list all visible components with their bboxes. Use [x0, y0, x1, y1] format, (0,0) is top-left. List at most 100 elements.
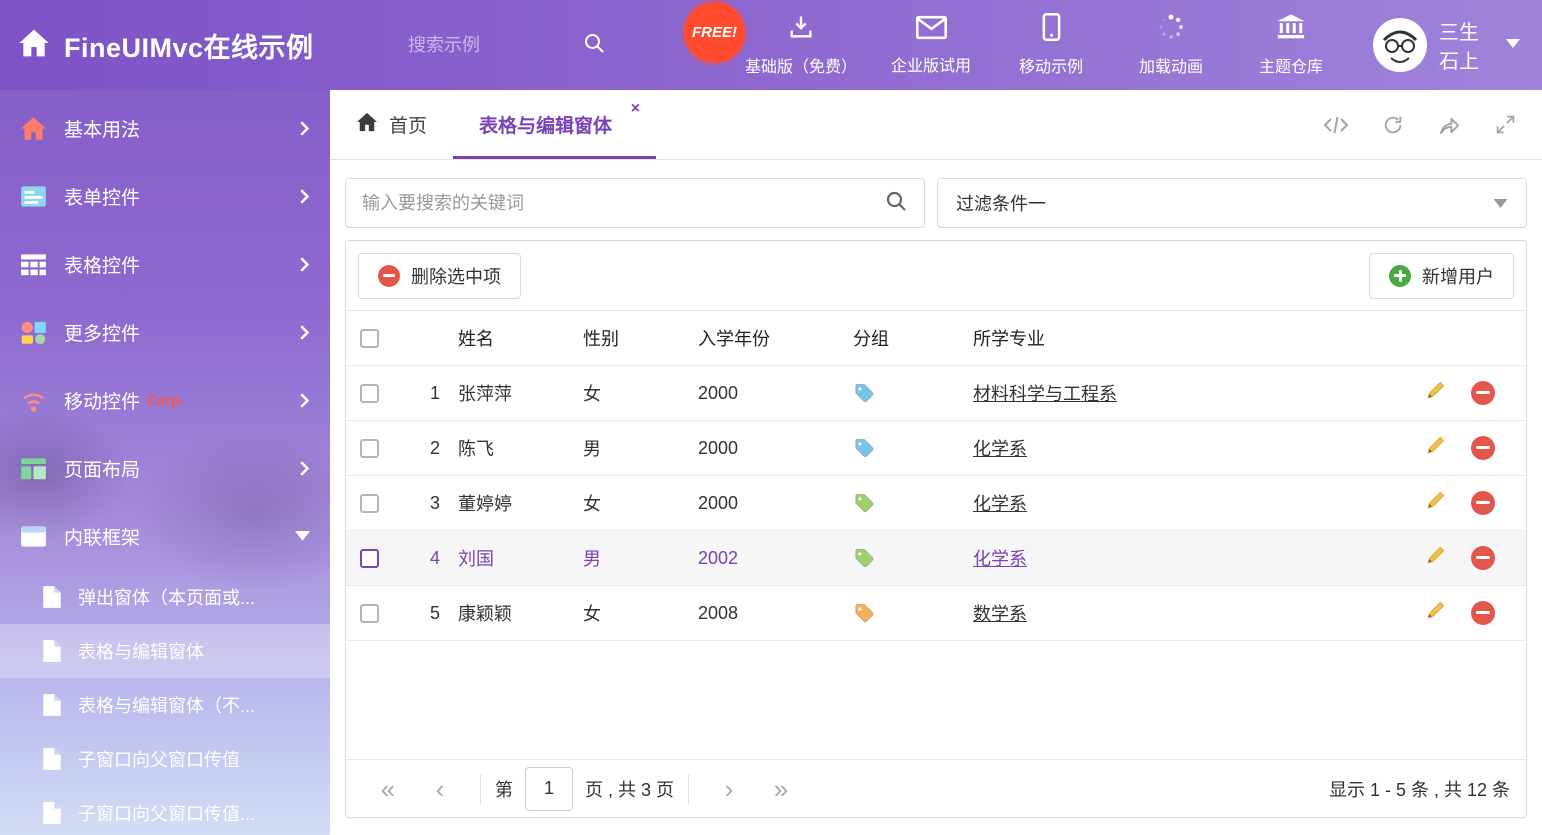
tag-icon	[853, 382, 973, 404]
nav-item-loading-animation[interactable]: 加载动画	[1125, 13, 1217, 77]
refresh-icon[interactable]	[1382, 114, 1404, 136]
envelope-icon	[916, 15, 947, 45]
spinner-icon	[1157, 13, 1185, 46]
row-actions	[1402, 379, 1512, 407]
delete-row-icon[interactable]	[1471, 381, 1495, 405]
prev-page-button[interactable]: ‹	[414, 766, 466, 812]
tab-label: 表格与编辑窗体	[479, 111, 612, 138]
share-icon[interactable]	[1438, 115, 1461, 135]
row-checkbox[interactable]	[360, 439, 379, 458]
edit-pencil-icon[interactable]	[1424, 599, 1447, 627]
next-page-button[interactable]: ›	[703, 766, 755, 812]
sidebar-item-mobile-controls[interactable]: 移动控件 Corp.	[0, 366, 330, 434]
source-code-icon[interactable]	[1324, 115, 1348, 135]
tab-grid-edit-window[interactable]: 表格与编辑窗体 ×	[453, 90, 656, 159]
nav-item-mobile-demo[interactable]: 移动示例	[1005, 13, 1097, 77]
keyword-search-input[interactable]	[362, 193, 884, 214]
nav-item-theme-repo[interactable]: 主题仓库	[1245, 14, 1337, 77]
sidebar-item-label: 基本用法	[64, 115, 140, 142]
major-link[interactable]: 数学系	[973, 600, 1402, 626]
header-search-input[interactable]	[408, 35, 568, 56]
wireless-icon	[20, 388, 47, 413]
minus-circle-icon	[378, 265, 400, 287]
row-checkbox[interactable]	[360, 549, 379, 568]
major-link[interactable]: 材料科学与工程系	[973, 380, 1402, 406]
edit-pencil-icon[interactable]	[1424, 434, 1447, 462]
delete-row-icon[interactable]	[1471, 436, 1495, 460]
delete-row-icon[interactable]	[1471, 601, 1495, 625]
tag-icon	[853, 492, 973, 514]
table-icon	[20, 252, 47, 277]
row-checkbox[interactable]	[360, 384, 379, 403]
sidebar-item-grid-controls[interactable]: 表格控件	[0, 230, 330, 298]
avatar[interactable]	[1373, 18, 1427, 72]
edit-pencil-icon[interactable]	[1424, 489, 1447, 517]
download-icon	[787, 13, 815, 46]
search-icon[interactable]	[582, 31, 606, 60]
major-link[interactable]: 化学系	[973, 435, 1402, 461]
sidebar-subitem-popup-window[interactable]: 弹出窗体（本页面或...	[0, 570, 330, 624]
select-all-checkbox[interactable]	[360, 329, 379, 348]
tab-bar: 首页 表格与编辑窗体 ×	[330, 90, 1542, 160]
sidebar-item-inline-frame[interactable]: 内联框架	[0, 502, 330, 570]
sidebar-item-label: 更多控件	[64, 319, 140, 346]
table-row[interactable]: 2 陈飞 男 2000 化学系	[346, 421, 1526, 476]
sidebar-item-more-controls[interactable]: 更多控件	[0, 298, 330, 366]
sidebar-subitem-grid-edit-window-2[interactable]: 表格与编辑窗体（不...	[0, 678, 330, 732]
delete-selected-button[interactable]: 删除选中项	[358, 253, 521, 299]
table-row[interactable]: 5 康颖颖 女 2008 数学系	[346, 586, 1526, 641]
search-icon[interactable]	[884, 189, 908, 218]
home-icon	[18, 28, 50, 63]
cell-year: 2000	[698, 383, 853, 404]
nav-item-enterprise-trial[interactable]: 企业版试用	[885, 15, 977, 76]
cell-name: 张萍萍	[458, 380, 583, 406]
edit-pencil-icon[interactable]	[1424, 544, 1447, 572]
last-page-button[interactable]: »	[755, 766, 807, 812]
sidebar-item-label: 移动控件	[64, 387, 140, 414]
edit-pencil-icon[interactable]	[1424, 379, 1447, 407]
table-row-selected[interactable]: 4 刘国 男 2002 化学系	[346, 531, 1526, 586]
cell-gender: 男	[583, 435, 698, 461]
add-user-label: 新增用户	[1422, 263, 1494, 289]
delete-row-icon[interactable]	[1471, 546, 1495, 570]
home-icon	[20, 116, 47, 141]
pagination-bar: « ‹ 第 页 , 共 3 页 › » 显示 1 - 5 条 , 共 12 条	[346, 759, 1526, 817]
content: 过滤条件一 删除选中项 新增用户	[330, 160, 1542, 818]
major-link[interactable]: 化学系	[973, 490, 1402, 516]
sidebar-item-form-controls[interactable]: 表单控件	[0, 162, 330, 230]
user-menu[interactable]: 三生石上	[1373, 16, 1542, 74]
sidebar-subitem-grid-edit-window[interactable]: 表格与编辑窗体	[0, 624, 330, 678]
table-row[interactable]: 3 董婷婷 女 2000 化学系	[346, 476, 1526, 531]
row-checkbox[interactable]	[360, 494, 379, 513]
first-page-button[interactable]: «	[362, 766, 414, 812]
mobile-icon	[1042, 13, 1061, 46]
sidebar-item-label: 表格控件	[64, 251, 140, 278]
sidebar-menu: 基本用法 表单控件 表格控件	[0, 90, 330, 835]
sidebar-subitem-child-to-parent-2[interactable]: 子窗口向父窗口传值...	[0, 786, 330, 835]
sidebar-item-basic-usage[interactable]: 基本用法	[0, 94, 330, 162]
sidebar-subitem-child-to-parent[interactable]: 子窗口向父窗口传值	[0, 732, 330, 786]
filter-dropdown[interactable]: 过滤条件一	[937, 178, 1527, 228]
file-icon	[42, 585, 63, 609]
data-table: 姓名 性别 入学年份 分组 所学专业 1 张萍萍 女 2000	[346, 311, 1526, 759]
expand-icon[interactable]	[1495, 114, 1516, 135]
major-link[interactable]: 化学系	[973, 545, 1402, 571]
delete-row-icon[interactable]	[1471, 491, 1495, 515]
page-number-input[interactable]	[525, 767, 573, 811]
brand[interactable]: FineUIMvc在线示例	[0, 26, 408, 65]
row-actions	[1402, 599, 1512, 627]
close-icon[interactable]: ×	[631, 101, 640, 117]
tag-icon	[853, 437, 973, 459]
table-row[interactable]: 1 张萍萍 女 2000 材料科学与工程系	[346, 366, 1526, 421]
nav-item-basic-edition[interactable]: 基础版（免费）	[745, 13, 857, 77]
cell-name: 董婷婷	[458, 490, 583, 516]
add-user-button[interactable]: 新增用户	[1369, 253, 1514, 299]
nav-item-label: 移动示例	[1019, 53, 1083, 77]
record-summary: 显示 1 - 5 条 , 共 12 条	[1329, 776, 1510, 802]
nav-item-label: 基础版（免费）	[745, 53, 857, 77]
row-checkbox[interactable]	[360, 604, 379, 623]
chevron-right-icon	[300, 257, 310, 272]
tab-home[interactable]: 首页	[330, 90, 453, 159]
sidebar-item-page-layout[interactable]: 页面布局	[0, 434, 330, 502]
free-badge: FREE!	[684, 2, 745, 63]
